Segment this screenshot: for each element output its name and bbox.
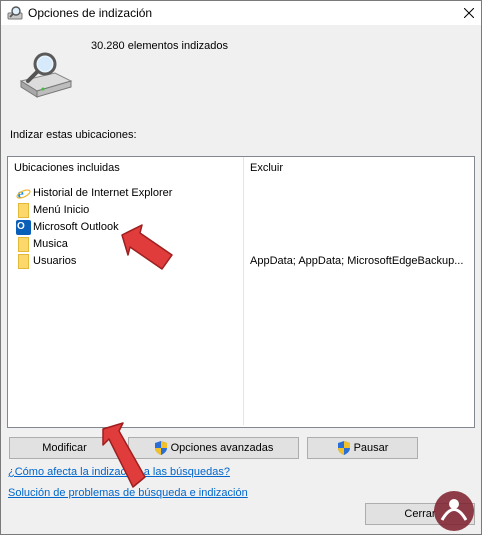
site-logo-icon xyxy=(434,491,474,531)
column-header-exclude[interactable]: Excluir xyxy=(244,157,473,179)
folder-icon xyxy=(18,254,29,269)
column-header-included[interactable]: Ubicaciones incluidas xyxy=(8,157,243,179)
location-label: Microsoft Outlook xyxy=(33,221,119,233)
locations-list[interactable]: Ubicaciones incluidas Excluir e Historia… xyxy=(7,156,475,428)
list-item[interactable]: Menú Inicio xyxy=(8,202,473,219)
folder-icon xyxy=(18,237,29,252)
location-label: Usuarios xyxy=(33,255,77,267)
indexing-options-icon xyxy=(7,6,23,20)
list-item[interactable]: Usuarios AppData; AppData; MicrosoftEdge… xyxy=(8,253,473,270)
list-item[interactable]: Musica xyxy=(8,236,473,253)
outlook-icon: O xyxy=(16,220,31,235)
location-label: Historial de Internet Explorer xyxy=(33,187,173,199)
internet-explorer-icon: e xyxy=(16,187,31,201)
location-label: Musica xyxy=(33,238,68,250)
annotation-arrow-icon xyxy=(121,224,173,270)
list-item[interactable]: e Historial de Internet Explorer xyxy=(8,185,473,202)
close-window-button[interactable] xyxy=(457,1,481,25)
index-locations-label: Indizar estas ubicaciones: xyxy=(10,129,137,141)
indexing-options-dialog: Opciones de indización 30.280 elementos … xyxy=(0,0,482,535)
folder-icon xyxy=(18,203,29,218)
title-bar: Opciones de indización xyxy=(1,1,481,25)
pause-button-label: Pausar xyxy=(353,442,389,454)
exclude-value: AppData; AppData; MicrosoftEdgeBackup... xyxy=(250,255,464,267)
list-item[interactable]: O Microsoft Outlook xyxy=(8,219,473,236)
modify-button-label: Modificar xyxy=(42,442,87,454)
uac-shield-icon xyxy=(154,441,167,455)
window-title: Opciones de indización xyxy=(28,6,153,20)
annotation-arrow-icon xyxy=(102,422,146,488)
pause-button[interactable]: Pausar xyxy=(307,437,418,459)
drive-search-icon xyxy=(19,52,73,98)
location-label: Menú Inicio xyxy=(33,204,90,216)
advanced-options-label: Opciones avanzadas xyxy=(170,442,274,454)
close-icon xyxy=(464,8,474,18)
advanced-options-button[interactable]: Opciones avanzadas xyxy=(128,437,299,459)
uac-shield-icon xyxy=(337,441,350,455)
indexed-items-count: 30.280 elementos indizados xyxy=(91,40,228,52)
